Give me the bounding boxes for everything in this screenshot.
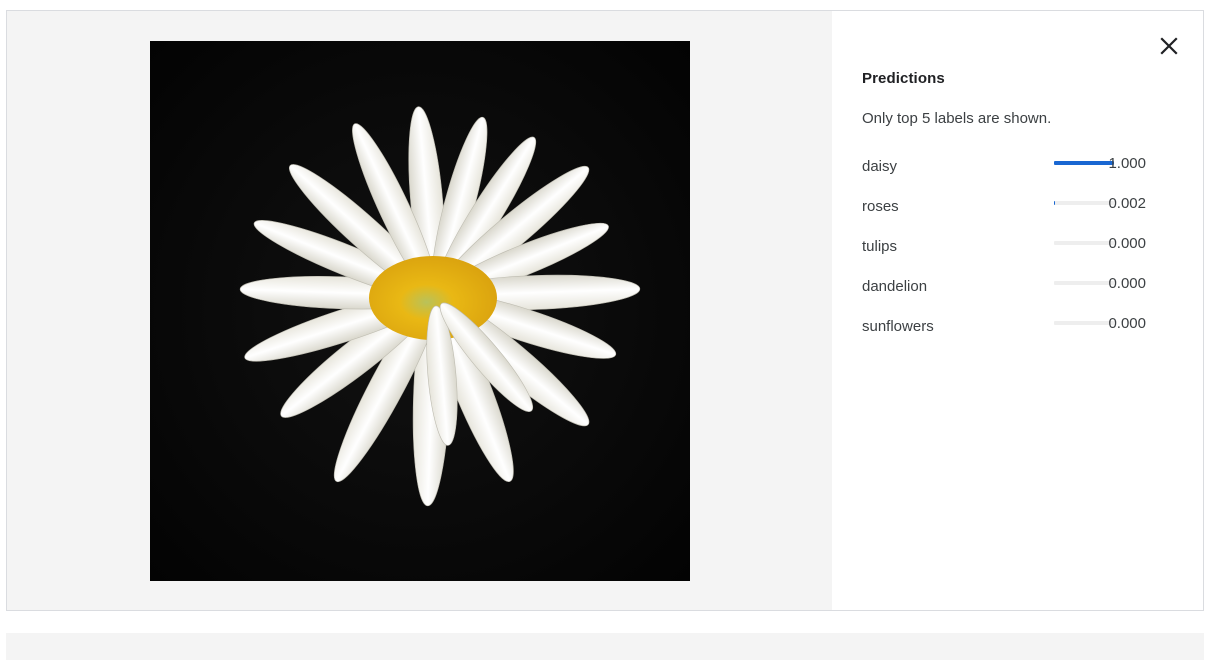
prediction-label: daisy: [862, 158, 898, 175]
panel-title: Predictions: [862, 70, 945, 87]
prediction-row-daisy: daisy 1.000: [862, 154, 1176, 194]
prediction-row-dandelion: dandelion 0.000: [862, 274, 1176, 314]
input-image: [150, 41, 690, 581]
prediction-score: 0.002: [1108, 195, 1146, 212]
prediction-label: tulips: [862, 238, 898, 255]
predictions-panel: Predictions Only top 5 labels are shown.…: [832, 11, 1203, 610]
panel-subtitle: Only top 5 labels are shown.: [862, 110, 1052, 127]
close-icon: [1160, 37, 1178, 55]
prediction-row-tulips: tulips 0.000: [862, 234, 1176, 274]
next-panel-edge: [6, 633, 1204, 660]
close-button[interactable]: [1157, 34, 1181, 58]
prediction-list: daisy 1.000 roses 0.002 tulips 0.000 dan…: [862, 154, 1176, 354]
prediction-row-roses: roses 0.002: [862, 194, 1176, 234]
prediction-label: roses: [862, 198, 899, 215]
prediction-dialog: Predictions Only top 5 labels are shown.…: [6, 10, 1204, 611]
prediction-score: 0.000: [1108, 275, 1146, 292]
score-bar: [1054, 321, 1114, 325]
score-bar: [1054, 201, 1114, 205]
prediction-label: sunflowers: [862, 318, 934, 335]
image-pane: [7, 11, 832, 610]
score-bar: [1054, 281, 1114, 285]
prediction-label: dandelion: [862, 278, 928, 295]
prediction-score: 0.000: [1108, 235, 1146, 252]
score-bar: [1054, 161, 1114, 165]
score-bar-fill: [1054, 161, 1114, 165]
prediction-score: 1.000: [1108, 155, 1146, 172]
score-bar: [1054, 241, 1114, 245]
prediction-score: 0.000: [1108, 315, 1146, 332]
prediction-row-sunflowers: sunflowers 0.000: [862, 314, 1176, 354]
